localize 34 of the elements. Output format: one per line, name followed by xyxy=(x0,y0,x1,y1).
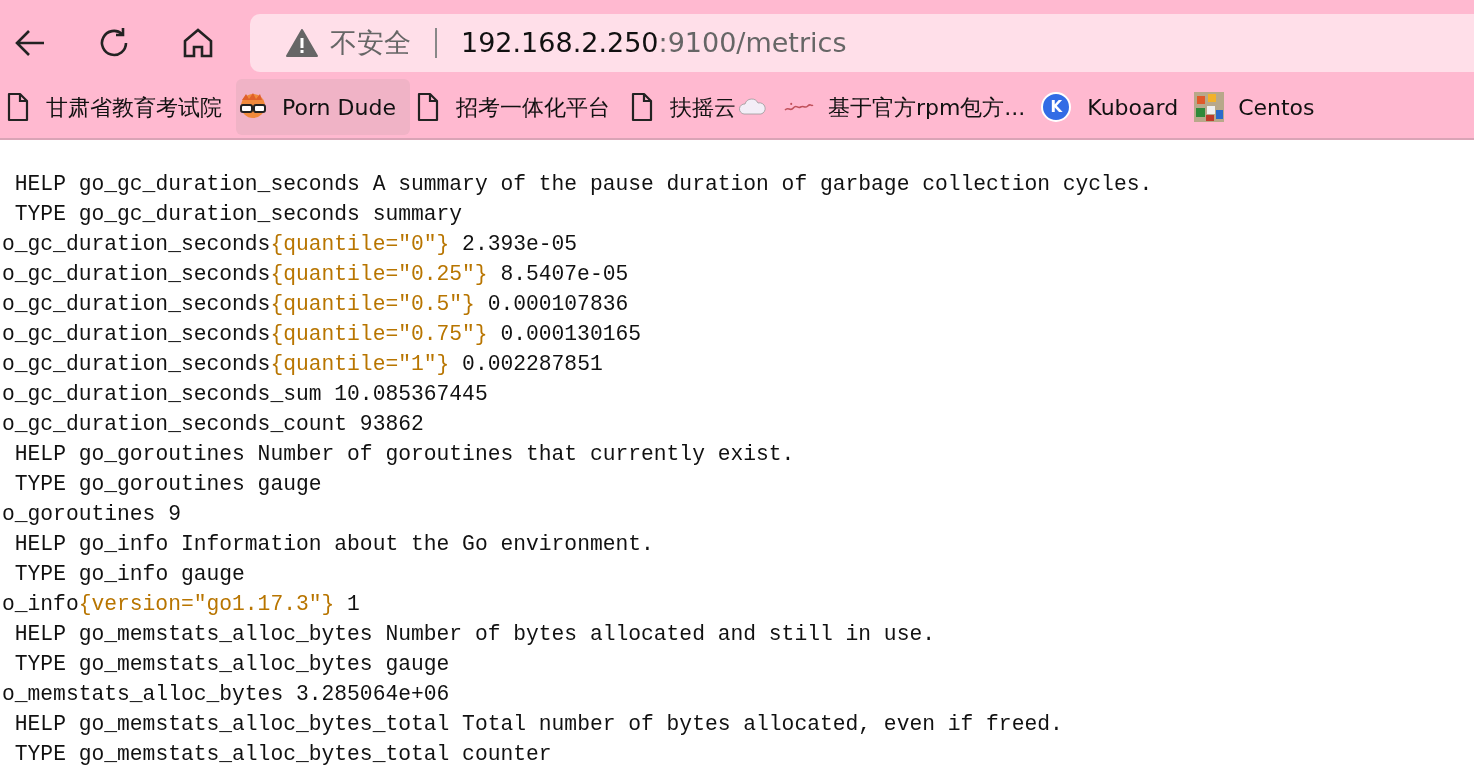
metric-line: o_gc_duration_seconds{quantile="0.5"} 0.000107836 xyxy=(1,291,630,318)
bookmark[interactable]: 基于官方rpm包方... xyxy=(781,79,1040,135)
bookmark[interactable]: 甘肃省教育考试院 xyxy=(0,79,236,135)
comment-line: TYPE go_memstats_alloc_bytes_total counter xyxy=(13,741,553,768)
letter-badge-icon: K xyxy=(1041,92,1072,122)
metric-line: o_memstats_alloc_bytes 3.285064e+06 xyxy=(1,681,451,708)
comment-line: TYPE go_goroutines gauge xyxy=(13,471,323,498)
metric-line: o_gc_duration_seconds_count 93862 xyxy=(1,411,425,438)
comment-line: HELP go_memstats_alloc_bytes_total Total number of bytes allocated, even if freed. xyxy=(13,711,1064,738)
bookmark[interactable]: Porn Dude xyxy=(236,79,410,135)
metric-line: o_gc_duration_seconds_sum 10.085367445 xyxy=(1,381,489,408)
address-bar[interactable]: 不安全 192.168.2.250:9100/metrics xyxy=(250,14,1474,72)
squiggle-icon xyxy=(783,102,814,112)
bookmark[interactable]: K Kuboard xyxy=(1039,79,1193,135)
metric-line: o_gc_duration_seconds{quantile="1"} 0.002287851 xyxy=(1,351,604,378)
comment-line: HELP go_goroutines Number of goroutines that currently exist. xyxy=(13,441,796,468)
comment-line: TYPE go_gc_duration_seconds summary xyxy=(13,201,464,228)
url-text: 192.168.2.250:9100/metrics xyxy=(461,25,847,60)
comment-line: HELP go_gc_duration_seconds A summary of the pause duration of garbage collection cycles. xyxy=(13,171,1154,198)
metric-line: o_gc_duration_seconds{quantile="0.25"} 8.5407e-05 xyxy=(1,261,630,288)
mosaic-icon xyxy=(1194,92,1225,122)
security-label: 不安全 xyxy=(330,25,411,60)
bookmark[interactable]: Centos xyxy=(1192,79,1329,135)
metric-line: o_goroutines 9 xyxy=(1,501,182,528)
metric-line: o_info{version="go1.17.3"} 1 xyxy=(1,591,361,618)
warning-icon xyxy=(286,29,318,57)
comment-line: HELP go_memstats_alloc_bytes Number of bytes allocated and still in use. xyxy=(13,621,936,648)
metric-line: o_gc_duration_seconds{quantile="0"} 2.393e-05 xyxy=(1,231,579,258)
bookmark[interactable]: 扶摇云 xyxy=(623,79,782,135)
comment-line: HELP go_info Information about the Go environment. xyxy=(13,531,655,558)
comment-line: TYPE go_info gauge xyxy=(13,561,246,588)
bookmark[interactable]: 招考一体化平台 xyxy=(409,79,624,135)
metric-line: o_gc_duration_seconds{quantile="0.75"} 0.000130165 xyxy=(1,321,643,348)
comment-line: TYPE go_memstats_alloc_bytes gauge xyxy=(13,651,451,678)
